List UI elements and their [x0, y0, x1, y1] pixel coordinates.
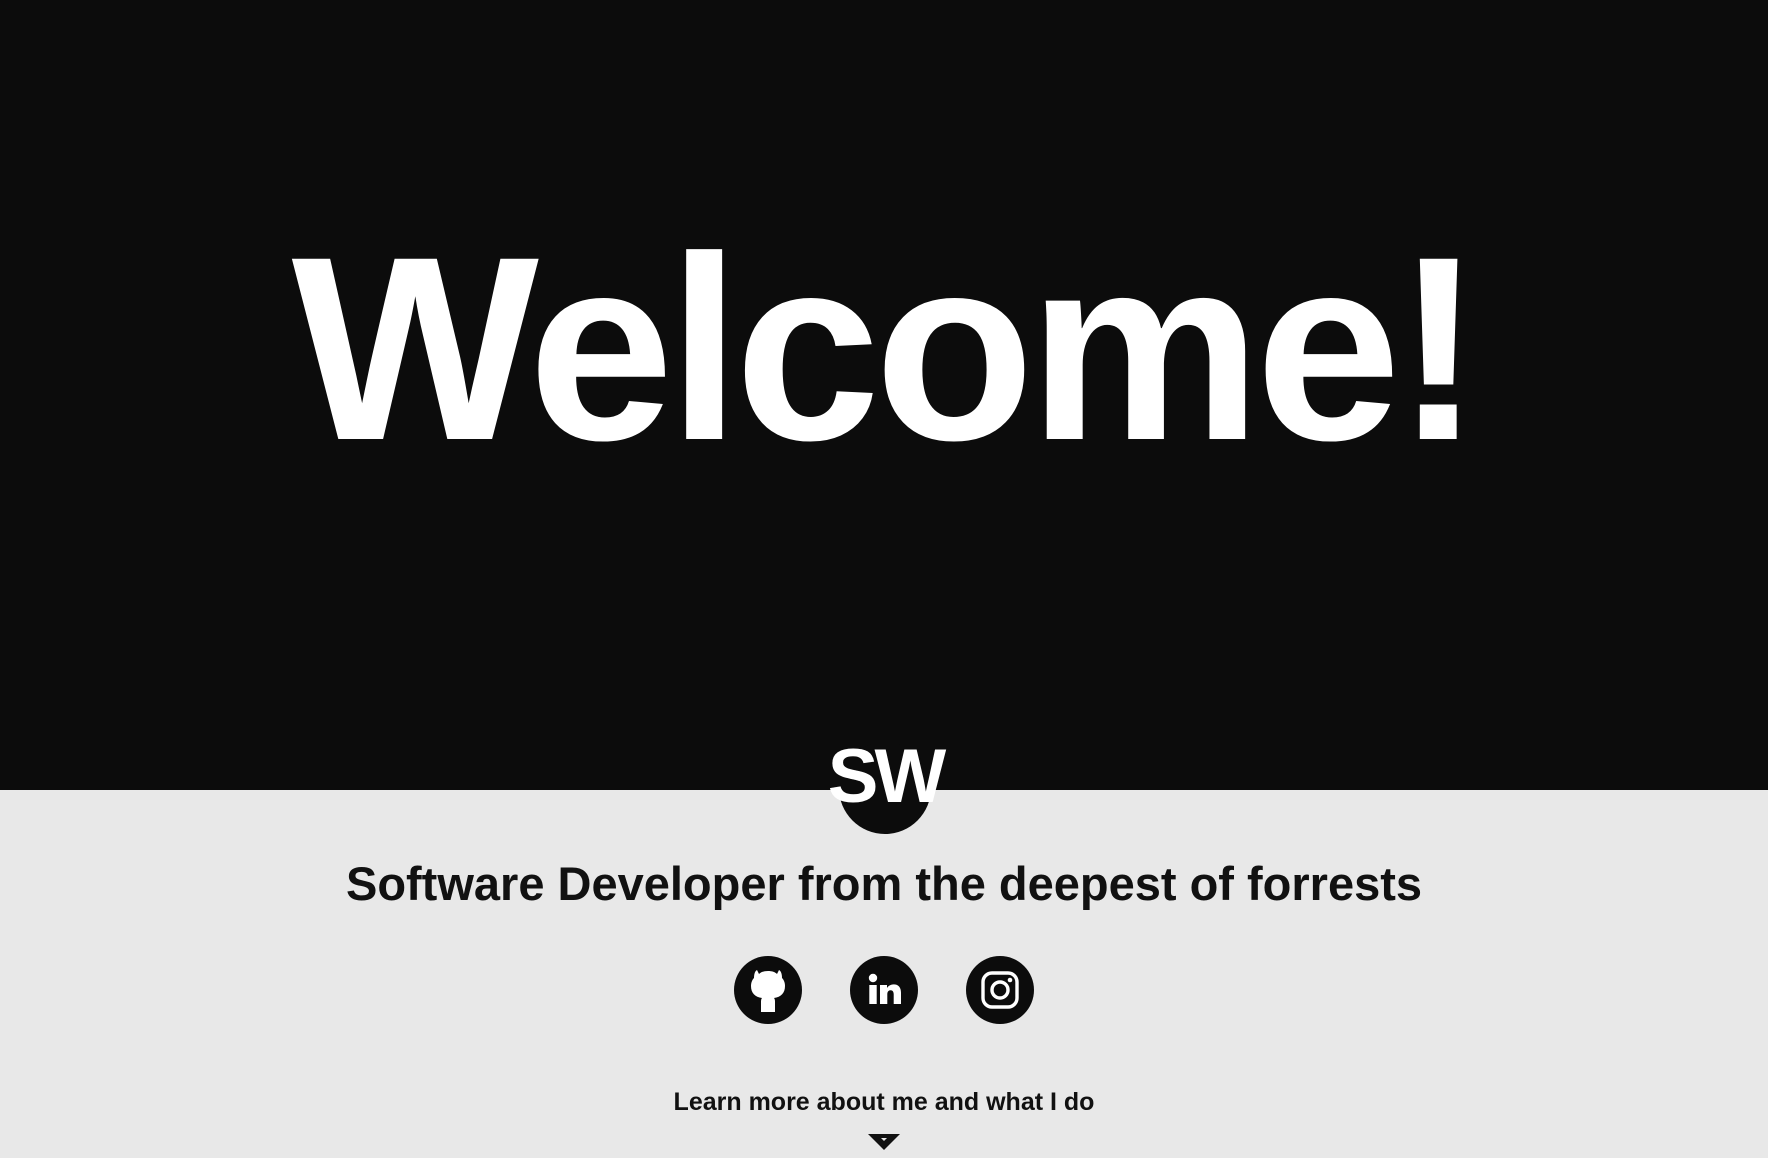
logo-badge: SW	[828, 739, 946, 834]
github-icon	[751, 970, 785, 1012]
social-links	[0, 956, 1768, 1024]
hero-section: Welcome!	[0, 0, 1768, 790]
hero-title: Welcome!	[291, 202, 1483, 495]
linkedin-icon	[868, 973, 901, 1004]
instagram-link[interactable]	[966, 956, 1034, 1024]
page: Welcome! SW Software Developer from the …	[0, 0, 1768, 1158]
logo-text: SW	[827, 734, 946, 819]
learn-more-link[interactable]: Learn more about me and what I do	[0, 1088, 1768, 1117]
tagline: Software Developer from the deepest of f…	[345, 857, 1423, 910]
instagram-icon	[981, 971, 1019, 1009]
github-link[interactable]	[734, 956, 802, 1024]
linkedin-link[interactable]	[850, 956, 918, 1024]
chevron-down-icon[interactable]	[868, 1134, 900, 1152]
